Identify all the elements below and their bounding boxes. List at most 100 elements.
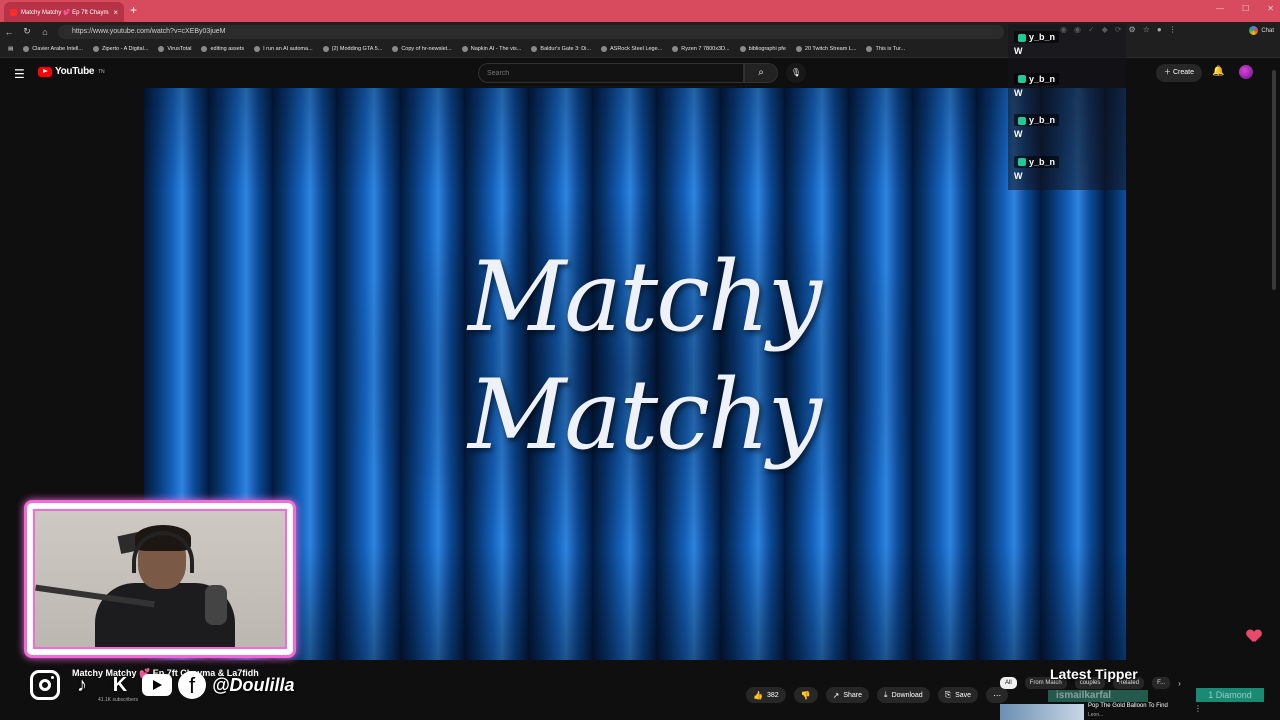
bookmark-item[interactable]: Clavier Arabe Intell... [23,46,83,52]
bookmark-item[interactable]: Ryzen 7 7800x3D... [672,46,730,52]
heart-icon [1247,630,1261,642]
chat-username: y_b_n [1014,155,1060,168]
bookmark-favicon-icon [866,46,873,52]
chat-text: W [1014,129,1023,139]
bookmark-favicon-icon [600,46,607,52]
window-close-icon[interactable]: ✕ [1267,4,1274,13]
chat-text: W [1014,87,1023,98]
browser-chat-button[interactable]: Chat [1249,26,1274,35]
profile-icon[interactable]: ● [1157,25,1162,34]
bookmark-favicon-icon [795,46,802,52]
page-scrollbar[interactable] [1272,70,1276,290]
bookmark-folder[interactable]: editing assets [201,46,244,52]
microphone-icon: 🎙 [790,68,802,77]
webcam-feed [33,509,287,649]
search-button[interactable]: ⌕ [744,63,778,83]
more-actions-button[interactable]: ⋯ [986,687,1009,703]
tiktok-icon: ♪ [77,673,87,696]
bookmark-favicon-icon [672,46,679,52]
subscriber-badge-icon [1018,158,1026,167]
share-button[interactable]: ↗ Share [825,687,870,703]
chip-more[interactable]: F... [1152,677,1171,689]
country-code: TN [98,68,105,75]
more-horizontal-icon: ⋯ [993,690,1002,700]
back-icon[interactable]: ← [0,27,18,37]
bookmark-item[interactable]: This is Tur... [866,46,905,52]
recommended-channel: Leon... [1088,712,1104,718]
browser-tab-bar: Matchy Matchy 💕 Ep 7ft Chayma × + — ☐ ✕ [0,0,1280,22]
chat-message: y_b_n W [1008,107,1126,149]
bookmark-item[interactable]: I run an AI automa... [254,46,313,52]
bookmark-item[interactable]: Copy of hr-newslet... [392,46,452,52]
chat-message: y_b_n W [1008,24,1126,66]
instagram-icon [30,670,60,700]
save-button[interactable]: ⎘ Save [937,687,979,703]
bookmark-favicon-icon [392,46,399,52]
extension-icon[interactable]: ⚙ [1129,25,1136,34]
search-input[interactable] [478,63,744,83]
like-count: 382 [766,691,779,699]
subscriber-badge-icon [1018,75,1026,84]
bookmark-favicon-icon [158,46,165,52]
chat-message: y_b_n W [1008,148,1126,190]
bookmark-item[interactable]: 20 Twitch Stream L... [795,46,856,52]
video-actions: 👍 382 👎 ↗ Share ⤓ Download ⎘ Save ⋯ [746,687,1009,703]
social-handle: @Doulilla [212,674,295,695]
bookmark-folder[interactable]: bibliographi pfe [739,46,786,52]
dislike-button[interactable]: 👎 [793,687,818,703]
youtube-logo[interactable]: YouTube TN [38,66,105,77]
bookmark-item[interactable]: Ziperto - A Digital... [92,46,148,52]
reload-icon[interactable]: ↻ [18,26,36,37]
gemini-icon [1249,26,1259,35]
chat-label: Chat [1261,27,1274,34]
download-button[interactable]: ⤓ Download [877,687,930,703]
bookmark-item[interactable]: Napkin AI - The vis... [461,46,521,52]
search-icon: ⌕ [758,67,764,78]
chevron-right-icon[interactable]: › [1178,679,1181,688]
recommended-thumbnail[interactable] [1000,704,1084,720]
thumbs-up-icon: 👍 [753,690,763,700]
bookmark-favicon-icon [322,46,329,52]
facebook-icon: f [178,671,206,699]
webcam-frame [24,500,296,658]
bookmark-icon: ⎘ [944,690,952,699]
youtube-logo-text: YouTube [55,66,95,77]
more-vertical-icon[interactable]: ⋮ [1194,704,1202,713]
bookmark-item[interactable]: (2) Modding GTA 5... [322,46,382,52]
new-tab-button[interactable]: + [130,3,137,17]
chat-username: y_b_n [1014,114,1060,126]
recommended-title[interactable]: Pop The Gold Balloon To Find [1088,703,1168,709]
chat-username: y_b_n [1014,72,1060,85]
chip-all[interactable]: All [1000,677,1017,689]
bookmark-favicon-icon [92,46,99,52]
chat-message: y_b_n W [1008,65,1126,107]
avatar[interactable] [1239,65,1253,79]
thumbs-down-icon: 👎 [800,690,811,700]
notifications-bell-icon[interactable]: 🔔 [1212,66,1224,77]
address-bar[interactable]: https://www.youtube.com/watch?v=cXEBy03j… [58,25,1004,39]
hamburger-menu-icon[interactable]: ☰ [14,67,25,81]
tab-close-icon[interactable]: × [113,8,118,17]
bookmark-item[interactable]: Baldur's Gate 3: Di... [531,46,591,52]
tipper-name: ismailkarfal [1048,690,1148,702]
bookmarks-menu-icon[interactable]: ▤ [8,46,13,52]
bookmark-favicon-icon [23,46,30,52]
bookmark-item[interactable]: ASRock Steel Lege... [600,46,662,52]
folder-icon [201,46,208,52]
more-menu-icon[interactable]: ⋮ [1169,25,1177,34]
window-controls: — ☐ ✕ [1216,4,1274,13]
voice-search-button[interactable]: 🎙 [786,63,806,83]
create-button[interactable]: ＋ Create [1156,64,1202,82]
latest-tipper-label: Latest Tipper [1050,666,1138,682]
chat-text: W [1014,170,1023,181]
tip-amount: 1 Diamond [1196,688,1264,702]
minimize-icon[interactable]: — [1216,4,1224,13]
home-icon[interactable]: ⌂ [36,27,54,37]
maximize-icon[interactable]: ☐ [1242,4,1249,13]
bookmark-item[interactable]: VirusTotal [158,46,191,52]
video-title-overlay: Matchy Matchy [468,241,822,471]
browser-tab-active[interactable]: Matchy Matchy 💕 Ep 7ft Chayma × [4,2,124,22]
share-icon: ↗ [832,690,840,700]
like-button[interactable]: 👍 382 [746,687,786,703]
bookmark-star-icon[interactable]: ☆ [1143,25,1150,34]
